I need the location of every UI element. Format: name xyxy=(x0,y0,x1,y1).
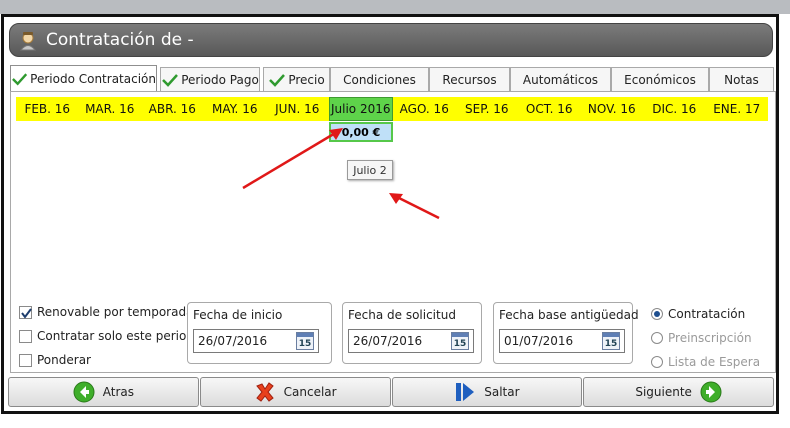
checkmark-icon xyxy=(21,307,32,319)
fecha-solicitud-group: Fecha de solicitud 26/07/2016 15 xyxy=(342,302,482,364)
fecha-antiguedad-group: Fecha base antigüedad 01/07/2016 15 xyxy=(493,302,639,364)
checkbox-box[interactable] xyxy=(19,353,32,367)
month-cell[interactable]: AGO. 16 xyxy=(393,97,456,121)
date-value: 01/07/2016 xyxy=(504,334,574,348)
tab-periodo-contratacion[interactable]: Periodo Contratación xyxy=(10,65,157,91)
radio-preinscripcion[interactable]: Preinscripción xyxy=(651,326,760,350)
button-label: Cancelar xyxy=(283,385,337,399)
radio-button[interactable] xyxy=(651,308,663,320)
fecha-inicio-group: Fecha de inicio 26/07/2016 15 xyxy=(187,302,332,364)
tab-label: Condiciones xyxy=(343,72,416,87)
tab-precio[interactable]: Precio xyxy=(263,67,330,91)
title-bar: Contratación de - xyxy=(9,23,773,57)
fecha-inicio-label: Fecha de inicio xyxy=(193,308,283,322)
arrow-left-icon xyxy=(73,381,95,403)
checkbox-ponderar[interactable]: Ponderar xyxy=(19,348,201,372)
checkbox-label: Contratar solo este periodo xyxy=(37,329,202,343)
checkbox-box[interactable] xyxy=(19,329,32,343)
checkbox-label: Ponderar xyxy=(37,353,91,367)
fecha-solicitud-field[interactable]: 26/07/2016 15 xyxy=(348,329,474,353)
radio-contratacion[interactable]: Contratación xyxy=(651,302,760,326)
arrow-right-icon xyxy=(700,381,722,403)
checkmark-icon xyxy=(12,72,28,85)
month-bar: FEB. 16 MAR. 16 ABR. 16 MAY. 16 JUN. 16 … xyxy=(16,97,768,121)
tab-label: Precio xyxy=(288,72,325,87)
month-cell[interactable]: NOV. 16 xyxy=(581,97,644,121)
skip-icon xyxy=(456,383,475,401)
arrow-to-tooltip xyxy=(389,193,440,220)
tab-strip: Periodo Contratación Periodo Pago Precio… xyxy=(10,65,776,91)
tab-label: Recursos xyxy=(442,72,497,87)
button-label: Siguiente xyxy=(635,385,692,399)
month-cell[interactable]: DIC. 16 xyxy=(643,97,706,121)
radio-label: Lista de Espera xyxy=(668,355,761,369)
atras-button[interactable]: Atras xyxy=(8,377,199,407)
fecha-solicitud-label: Fecha de solicitud xyxy=(348,308,456,322)
user-icon xyxy=(19,32,37,51)
month-price[interactable]: 0,00 € xyxy=(329,122,393,142)
saltar-button[interactable]: Saltar xyxy=(391,377,583,407)
checkmark-icon xyxy=(162,73,179,87)
month-cell[interactable]: FEB. 16 xyxy=(16,97,79,121)
fecha-antiguedad-label: Fecha base antigüedad xyxy=(499,308,639,322)
checkbox-renovable[interactable]: Renovable por temporadas xyxy=(19,300,201,324)
tab-label: Económicos xyxy=(624,72,696,87)
radio-button[interactable] xyxy=(651,356,663,368)
tab-economicos[interactable]: Económicos xyxy=(611,67,709,91)
checkbox-box[interactable] xyxy=(19,305,32,319)
fecha-inicio-field[interactable]: 26/07/2016 15 xyxy=(193,329,319,353)
calendar-icon[interactable]: 15 xyxy=(451,332,469,350)
radio-lista-espera[interactable]: Lista de Espera xyxy=(651,350,760,374)
month-cell-selected[interactable]: Julio 2016 xyxy=(328,97,393,121)
tab-label: Notas xyxy=(724,72,759,87)
background-strip xyxy=(0,0,790,14)
fecha-antiguedad-field[interactable]: 01/07/2016 15 xyxy=(499,329,625,353)
radio-label: Contratación xyxy=(668,307,746,321)
tab-notas[interactable]: Notas xyxy=(709,67,774,91)
date-value: 26/07/2016 xyxy=(353,334,423,348)
calendar-icon[interactable]: 15 xyxy=(296,332,314,350)
month-cell[interactable]: MAR. 16 xyxy=(79,97,142,121)
checkbox-contratar-solo[interactable]: Contratar solo este periodo xyxy=(19,324,201,348)
button-label: Atras xyxy=(102,385,134,399)
month-cell[interactable]: SEP. 16 xyxy=(456,97,519,121)
arrow-to-month xyxy=(242,128,343,190)
month-cell[interactable]: JUN. 16 xyxy=(266,97,329,121)
tab-label: Periodo Contratación xyxy=(30,71,156,86)
month-tooltip: Julio 2 xyxy=(347,160,393,180)
calendar-icon[interactable]: 15 xyxy=(602,332,620,350)
date-value: 26/07/2016 xyxy=(198,334,268,348)
checkmark-icon xyxy=(269,73,286,87)
tab-condiciones[interactable]: Condiciones xyxy=(330,67,429,91)
month-cell[interactable]: ENE. 17 xyxy=(706,97,769,121)
radio-button[interactable] xyxy=(651,332,663,344)
tipo-radio-group: Contratación Preinscripción Lista de Esp… xyxy=(651,302,760,374)
tab-content-periodo: FEB. 16 MAR. 16 ABR. 16 MAY. 16 JUN. 16 … xyxy=(10,91,776,373)
cancelar-button[interactable]: Cancelar xyxy=(199,377,391,407)
options-checkboxes: Renovable por temporadas Contratar solo … xyxy=(19,300,201,372)
tab-label: Automáticos xyxy=(522,72,599,87)
contract-window: Contratación de - Periodo Contratación P… xyxy=(1,14,779,414)
month-cell[interactable]: OCT. 16 xyxy=(518,97,581,121)
tab-recursos[interactable]: Recursos xyxy=(429,67,510,91)
tab-automaticos[interactable]: Automáticos xyxy=(510,67,611,91)
window-title: Contratación de - xyxy=(46,30,194,50)
month-cell[interactable]: ABR. 16 xyxy=(141,97,204,121)
tab-periodo-pago[interactable]: Periodo Pago xyxy=(160,67,260,91)
cancel-x-icon xyxy=(255,382,274,402)
radio-label: Preinscripción xyxy=(668,331,752,345)
siguiente-button[interactable]: Siguiente xyxy=(583,377,774,407)
month-cell[interactable]: MAY. 16 xyxy=(204,97,267,121)
footer-buttons: Atras Cancelar Saltar Siguiente xyxy=(8,377,774,409)
button-label: Saltar xyxy=(484,385,520,399)
tab-label: Periodo Pago xyxy=(181,72,259,87)
checkbox-label: Renovable por temporadas xyxy=(37,305,200,319)
